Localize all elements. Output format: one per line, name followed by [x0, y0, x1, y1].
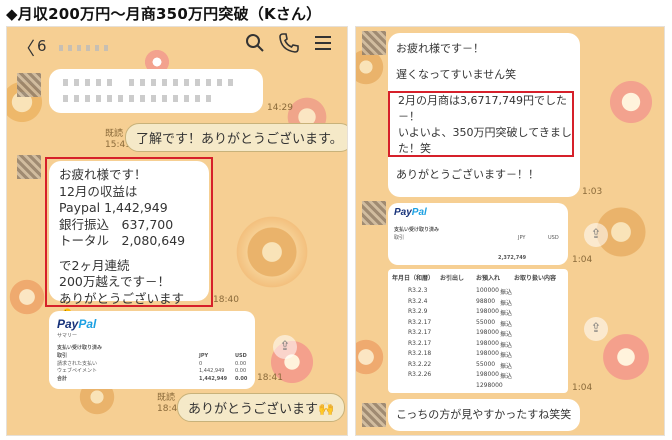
paypal-screenshot[interactable]: PayPal 支払い受け取り済み 取引 JPY USD 2,372,749	[388, 203, 568, 265]
message-bubble-blurred	[49, 69, 263, 113]
timestamp: 1:04	[572, 383, 593, 393]
bank-header: 年月日（和暦）	[392, 275, 435, 282]
menu-icon[interactable]	[311, 31, 335, 55]
table-cell: 98800	[476, 297, 496, 305]
avatar	[362, 31, 386, 55]
table-cell: 198000	[476, 350, 499, 357]
paypal-logo: PayPal	[394, 207, 427, 218]
table-cell: 55000	[476, 318, 496, 326]
paypal-screenshot[interactable]: PayPal サマリー 支払い受け取り済み 取引 JPY USD 請求された支払…	[49, 311, 255, 389]
chat-screenshot-right: お疲れ様です－！ 遅くなってすいません笑 2月の月商は3,6717,749円でし…	[355, 26, 665, 436]
table-cell: R3.2.18	[408, 350, 432, 357]
table-cell: 100000	[476, 287, 499, 294]
read-receipt: 既読	[105, 129, 124, 139]
table-cell: R3.2.9	[408, 308, 428, 315]
avatar	[362, 201, 386, 225]
paypal-cell: 0.00	[235, 376, 248, 382]
paypal-cell: 合計	[57, 376, 68, 382]
paypal-cell: 0	[199, 361, 203, 367]
message-line: 遅くなってすいません笑	[396, 68, 517, 81]
search-icon[interactable]	[243, 31, 267, 55]
table-cell: R3.2.17	[408, 318, 432, 326]
timestamp: 18:41	[257, 373, 283, 383]
read-receipt: 既読	[157, 393, 176, 403]
blurred-text	[63, 79, 113, 86]
page-heading: ◆月収200万円〜月商350万円突破（Kさん）	[6, 5, 322, 23]
table-cell: R3.2.17	[408, 329, 432, 336]
unread-count: 6	[37, 37, 47, 55]
highlight-box	[45, 157, 213, 307]
bank-header: お引出し	[440, 275, 465, 282]
paypal-col: USD	[235, 353, 247, 359]
bank-header-row: 年月日（和暦） お引出し お預入れ お取り扱い内容	[388, 271, 568, 283]
bank-header: お預入れ	[476, 275, 501, 282]
phone-icon[interactable]	[277, 31, 301, 55]
table-row: 1298000	[388, 380, 568, 392]
share-icon[interactable]: ⇪	[584, 317, 608, 341]
message-line: ありがとうございます－！！	[396, 168, 539, 181]
timestamp: 14:29	[267, 103, 293, 113]
paypal-logo: PayPal	[57, 317, 97, 331]
timestamp: 1:03	[582, 187, 603, 197]
bank-statement-screenshot[interactable]: 年月日（和暦） お引出し お預入れ お取り扱い内容 R3.2.3 100000 振込…	[388, 269, 568, 393]
share-icon[interactable]: ⇪	[584, 223, 608, 247]
paypal-cell: 0.00	[235, 368, 247, 374]
bank-header: お取り扱い内容	[514, 275, 557, 282]
table-cell: 198000	[476, 329, 499, 336]
chat-screenshot-left: 〈 6 14:29 既読 15:41 了解です！ありがとうございます。 お疲れ様…	[6, 26, 348, 436]
paypal-col: 取引	[57, 353, 68, 359]
paypal-col: 取引	[394, 235, 405, 241]
paypal-col: JPY	[199, 353, 209, 359]
timestamp: 1:04	[572, 255, 593, 265]
table-cell: R3.2.22	[408, 360, 432, 368]
paypal-cell: 1,442,949	[199, 376, 228, 382]
paypal-cell: 0.00	[235, 361, 247, 367]
table-cell: R3.2.26	[408, 371, 432, 378]
highlight-box	[388, 91, 574, 157]
share-icon[interactable]: ⇪	[273, 335, 297, 359]
avatar	[17, 155, 41, 179]
table-cell: R3.2.4	[408, 297, 428, 305]
blurred-text	[63, 95, 213, 102]
message-line: お疲れ様です－！	[396, 42, 484, 55]
table-cell: R3.2.17	[408, 339, 432, 347]
paypal-cell: ウェブペイメント	[57, 368, 98, 374]
paypal-cell: 請求された支払い	[57, 361, 98, 367]
paypal-cell: 1,442,949	[199, 368, 225, 374]
paypal-title: 支払い受け取り済み	[394, 227, 440, 233]
back-button[interactable]: 〈	[17, 35, 35, 61]
paypal-col: JPY	[518, 235, 526, 241]
timestamp: 18:40	[213, 295, 239, 305]
paypal-subtitle: サマリー	[57, 333, 78, 339]
sent-message: ありがとうございます🙌	[177, 393, 346, 422]
table-cell: R3.2.3	[408, 287, 428, 294]
message-bubble: こっちの方が見やすかったすね笑笑	[388, 399, 580, 431]
avatar	[17, 73, 41, 97]
paypal-col: USD	[548, 235, 559, 241]
avatar	[362, 403, 386, 427]
paypal-total: 2,372,749	[498, 255, 527, 261]
table-cell: 198000	[476, 371, 499, 378]
chat-header: 〈 6	[7, 27, 347, 65]
table-cell: 198000	[476, 339, 499, 347]
table-cell: 198000	[476, 308, 499, 315]
table-cell: 1298000	[476, 381, 503, 389]
sent-message: 了解です！ありがとうございます。	[125, 123, 347, 152]
blurred-contact-name	[59, 45, 109, 51]
blurred-text	[129, 79, 239, 86]
paypal-title: 支払い受け取り済み	[57, 345, 103, 351]
table-cell: 55000	[476, 360, 496, 368]
